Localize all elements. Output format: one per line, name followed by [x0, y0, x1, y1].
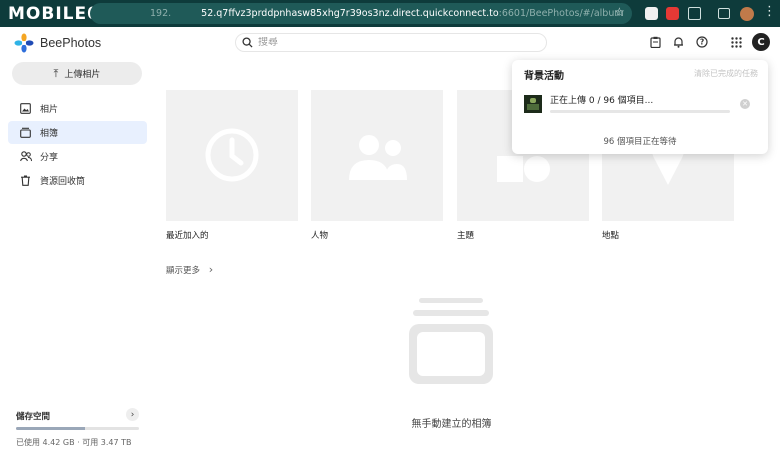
address-bar[interactable]: 192. 52.q7ffvz3prddpnhasw85xhg7r39os3nz.…	[90, 3, 632, 24]
trash-icon	[20, 175, 31, 186]
clear-completed-button[interactable]: 清除已完成的任務	[694, 68, 758, 79]
url-host: 52.q7ffvz3prddpnhasw85xhg7r39os3nz.direc…	[201, 8, 499, 19]
sidebar-item-trash[interactable]: 資源回收筒	[8, 169, 147, 192]
bookmark-star-icon[interactable]: ☆	[614, 5, 625, 19]
sidebar-item-label: 相簿	[40, 129, 59, 139]
sidepanel-icon[interactable]	[718, 8, 730, 19]
album-tile-label: 最近加入的	[166, 231, 209, 241]
people-icon	[349, 135, 407, 180]
help-icon[interactable]: ?	[695, 35, 709, 49]
url-path: :6601/BeePhotos/#/album	[498, 8, 624, 19]
app-header: BeePhotos ? C	[0, 27, 780, 59]
upload-thumbnail	[524, 95, 542, 113]
clock-icon	[205, 128, 259, 182]
storage-summary: 已使用 4.42 GB · 可用 3.47 TB	[16, 438, 132, 447]
album-icon	[20, 127, 31, 138]
panel-title: 背景活動	[524, 71, 564, 82]
upload-photos-button[interactable]: ⤒ 上傳相片	[12, 62, 142, 85]
url-prefix: 192.	[150, 8, 172, 19]
cancel-upload-button[interactable]: ✕	[740, 99, 750, 109]
show-more-link[interactable]: 顯示更多 ›	[166, 263, 213, 276]
user-avatar[interactable]: C	[752, 33, 770, 51]
svg-text:?: ?	[700, 38, 704, 47]
beephotos-logo-icon	[14, 33, 34, 53]
upload-progress-bar	[550, 110, 730, 113]
sidebar-item-photos[interactable]: 相片	[8, 97, 147, 120]
upload-status: 正在上傳 0 / 96 個項目...	[550, 96, 654, 106]
album-tile-label: 地點	[602, 231, 620, 241]
browser-toolbar: MOBILE01 192. 52.q7ffvz3prddpnhasw85xhg7…	[0, 0, 780, 27]
sidebar-item-label: 資源回收筒	[40, 177, 86, 187]
sidebar-item-label: 分享	[40, 153, 59, 163]
show-more-label: 顯示更多	[166, 266, 201, 276]
album-tile-label: 人物	[311, 231, 329, 241]
sidebar-item-sharing[interactable]: 分享	[8, 145, 147, 168]
extensions-puzzle-icon[interactable]	[688, 7, 701, 20]
chevron-right-icon: ›	[208, 263, 214, 276]
sidebar-item-albums[interactable]: 相簿	[8, 121, 147, 144]
empty-albums-message: 無手動建立的相簿	[411, 419, 492, 430]
pdf-extension-icon[interactable]	[666, 7, 679, 20]
profile-avatar-icon[interactable]	[740, 7, 754, 21]
search-icon	[242, 37, 253, 48]
sidebar-item-label: 相片	[40, 105, 59, 115]
sidebar: ⤒ 上傳相片 相片 相簿 分享 資源回收筒 儲存空間 › 已使用 4.42 GB…	[0, 59, 155, 458]
apps-grid-icon[interactable]	[729, 35, 743, 49]
search-box[interactable]	[235, 33, 547, 52]
album-tile-recent[interactable]	[166, 90, 298, 221]
bell-icon[interactable]	[671, 35, 685, 49]
album-tile-label: 主題	[457, 231, 475, 241]
background-activity-panel: 背景活動 清除已完成的任務 正在上傳 0 / 96 個項目... ✕ 96 個項…	[512, 60, 768, 154]
waiting-count: 96 個項目正在等待	[603, 137, 677, 147]
browser-menu-icon[interactable]: ⋮	[763, 5, 776, 19]
app-brand[interactable]: BeePhotos	[14, 33, 101, 53]
upload-icon: ⤒	[53, 66, 59, 80]
app-name: BeePhotos	[40, 36, 102, 50]
upload-label: 上傳相片	[64, 70, 101, 80]
image-icon	[20, 103, 31, 114]
people-icon	[20, 151, 32, 162]
clipboard-task-icon[interactable]	[648, 35, 662, 49]
search-input[interactable]	[258, 37, 538, 48]
extension-icon[interactable]	[645, 7, 658, 20]
album-tile-people[interactable]	[311, 90, 443, 221]
empty-albums-illustration	[405, 296, 497, 388]
